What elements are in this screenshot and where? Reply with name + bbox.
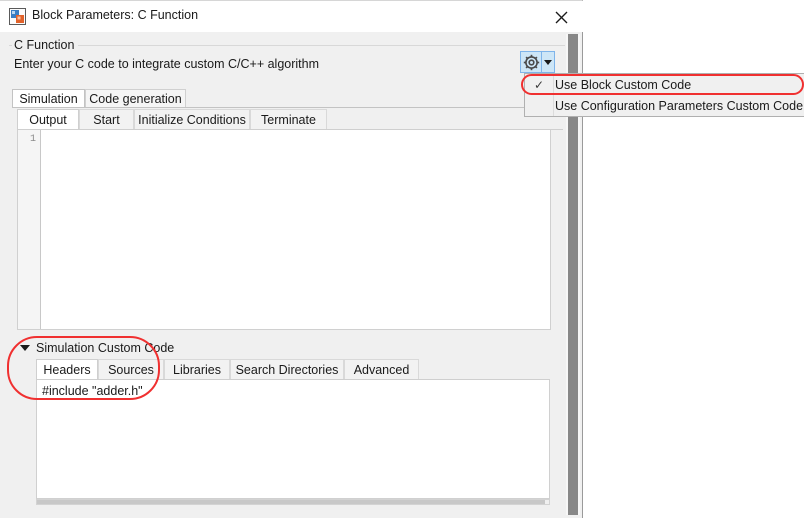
tab-label: Initialize Conditions [138, 113, 246, 127]
tab-start[interactable]: Start [79, 109, 134, 130]
triangle-down-icon [20, 345, 30, 351]
gear-icon [521, 52, 541, 72]
tab-terminate[interactable]: Terminate [250, 109, 327, 130]
code-editor[interactable]: 1 [17, 130, 551, 330]
tab-libraries[interactable]: Libraries [164, 359, 230, 380]
headers-editor[interactable]: #include "adder.h" [36, 380, 550, 499]
outer-tab-baseline [12, 107, 564, 108]
tab-label: Libraries [173, 363, 221, 377]
line-number: 1 [30, 134, 36, 145]
caret-down-icon[interactable] [542, 52, 554, 72]
tab-code-generation[interactable]: Code generation [85, 89, 186, 108]
tab-label: Simulation [19, 92, 77, 106]
tab-initialize-conditions[interactable]: Initialize Conditions [134, 109, 250, 130]
tab-label: Advanced [354, 363, 410, 377]
c-function-groupbox: C Function [9, 33, 565, 78]
tab-headers[interactable]: Headers [36, 359, 98, 380]
menu-gutter-divider [553, 74, 554, 95]
tab-output[interactable]: Output [17, 109, 79, 130]
editor-gutter: 1 [18, 130, 41, 329]
window-title: Block Parameters: C Function [32, 8, 198, 22]
menu-item-label: Use Configuration Parameters Custom Code [553, 99, 803, 113]
simulink-block-icon [9, 8, 26, 25]
groupbox-label: C Function [12, 38, 78, 52]
simulation-custom-code-section-header[interactable]: Simulation Custom Code [20, 341, 174, 355]
block-parameters-dialog: Block Parameters: C Function C Function … [0, 0, 583, 518]
tab-sources[interactable]: Sources [98, 359, 164, 380]
headers-editor-content: #include "adder.h" [42, 384, 143, 398]
menu-item-label: Use Block Custom Code [553, 78, 691, 92]
close-icon[interactable] [551, 7, 573, 27]
tab-label: Code generation [89, 92, 181, 106]
menu-item-use-configuration-parameters-custom-code[interactable]: Use Configuration Parameters Custom Code [525, 95, 804, 116]
tab-label: Output [29, 113, 67, 127]
menu-item-use-block-custom-code[interactable]: ✓Use Block Custom Code [525, 74, 804, 95]
custom-code-dropdown-menu: ✓Use Block Custom Code Use Configuration … [524, 73, 804, 117]
custom-code-settings-button[interactable] [520, 51, 555, 73]
title-bar: Block Parameters: C Function [0, 1, 583, 32]
custom-code-tab-strip: Headers Sources Libraries Search Directorie… [36, 359, 550, 380]
tab-advanced[interactable]: Advanced [344, 359, 419, 380]
groupbox-divider [9, 45, 565, 46]
tab-search-directories[interactable]: Search Directories [230, 359, 344, 380]
outer-tab-strip: Simulation Code generation [12, 89, 564, 108]
tab-label: Start [93, 113, 119, 127]
headers-editor-horizontal-scrollbar[interactable] [36, 499, 550, 505]
groupbox-description: Enter your C code to integrate custom C/… [14, 57, 319, 71]
tab-label: Headers [43, 363, 90, 377]
checkmark-icon: ✓ [525, 78, 553, 92]
scrollbar-thumb[interactable] [37, 500, 545, 504]
tab-label: Sources [108, 363, 154, 377]
tab-label: Search Directories [236, 363, 339, 377]
inner-tab-strip: Output Start Initialize Conditions Terminat… [17, 109, 563, 130]
tab-simulation[interactable]: Simulation [12, 89, 85, 108]
tab-label: Terminate [261, 113, 316, 127]
section-label: Simulation Custom Code [36, 341, 174, 355]
menu-gutter-divider [553, 95, 554, 116]
